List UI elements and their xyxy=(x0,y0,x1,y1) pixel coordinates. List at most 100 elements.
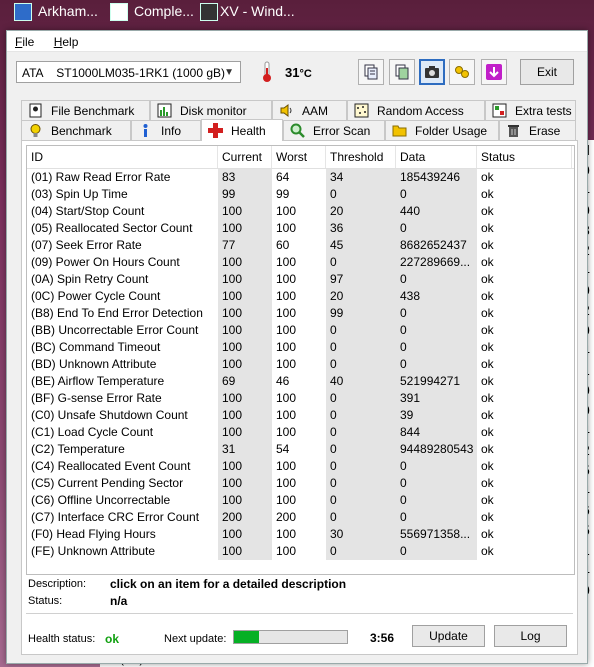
cell-current: 99 xyxy=(218,186,272,203)
table-row[interactable]: (BF) G-sense Error Rate 100 100 0 391 ok xyxy=(27,390,574,407)
table-row[interactable]: (05) Reallocated Sector Count 100 100 36 0 ok xyxy=(27,220,574,237)
table-row[interactable]: (BD) Unknown Attribute 100 100 0 0 ok xyxy=(27,356,574,373)
cell-current: 100 xyxy=(218,288,272,305)
taskbar-item-2[interactable]: Comple... xyxy=(134,0,194,22)
speaker-icon xyxy=(280,104,292,117)
info-icon xyxy=(143,124,148,137)
cell-id: (BF) G-sense Error Rate xyxy=(31,391,162,405)
column-header-current[interactable]: Current xyxy=(218,146,272,168)
cell-data: 0 xyxy=(396,492,477,509)
table-row[interactable]: (C6) Offline Uncorrectable 100 100 0 0 ok xyxy=(27,492,574,509)
menu-help[interactable]: Help xyxy=(46,31,87,49)
exit-button[interactable]: Exit xyxy=(520,59,574,85)
tab-erase[interactable]: Erase xyxy=(499,120,576,140)
copy-text-button[interactable] xyxy=(358,59,384,85)
tab-disk-monitor[interactable]: Disk monitor xyxy=(150,100,272,120)
tab-folder-usage[interactable]: Folder Usage xyxy=(385,120,499,140)
log-button[interactable]: Log xyxy=(494,625,567,647)
table-row[interactable]: (0A) Spin Retry Count 100 100 97 0 ok xyxy=(27,271,574,288)
menu-file[interactable]: File xyxy=(7,31,42,49)
update-button[interactable]: Update xyxy=(412,625,485,647)
cell-current: 77 xyxy=(218,237,272,254)
screenshot-button[interactable] xyxy=(419,59,445,85)
extra-tests-icon xyxy=(492,103,507,118)
table-row[interactable]: (C4) Reallocated Event Count 100 100 0 0 ok xyxy=(27,458,574,475)
toolbar: ATA ST1000LM035-1RK1 (1000 gB) ▼ 31°C Ex… xyxy=(7,55,587,93)
table-row[interactable]: (C5) Current Pending Sector 100 100 0 0 ok xyxy=(27,475,574,492)
table-row[interactable]: (04) Start/Stop Count 100 100 20 440 ok xyxy=(27,203,574,220)
temperature-unit: °C xyxy=(299,68,312,80)
thermometer-icon xyxy=(263,61,271,82)
cell-id: (FE) Unknown Attribute xyxy=(31,544,156,558)
cell-worst: 64 xyxy=(276,170,290,184)
cell-status: ok xyxy=(481,510,494,524)
column-header-worst[interactable]: Worst xyxy=(272,146,326,168)
description-text: click on an item for a detailed descript… xyxy=(110,577,347,591)
health-panel: ID Current Worst Threshold Data Status (… xyxy=(21,140,578,655)
table-body: (01) Raw Read Error Rate 83 64 34 185439246 o… xyxy=(27,169,574,560)
cell-data: 185439246 xyxy=(396,169,477,186)
cell-threshold: 0 xyxy=(326,509,396,526)
table-row[interactable]: (0C) Power Cycle Count 100 100 20 438 ok xyxy=(27,288,574,305)
table-row[interactable]: (BC) Command Timeout 100 100 0 0 ok xyxy=(27,339,574,356)
status-value: n/a xyxy=(110,594,128,608)
column-header-data[interactable]: Data xyxy=(396,146,477,168)
cell-data: 556971358... xyxy=(396,526,477,543)
cell-data: 227289669... xyxy=(396,254,477,271)
table-row[interactable]: (FE) Unknown Attribute 100 100 0 0 ok xyxy=(27,543,574,560)
cell-id: (01) Raw Read Error Rate xyxy=(31,170,171,184)
table-row[interactable]: (09) Power On Hours Count 100 100 0 22728966… xyxy=(27,254,574,271)
table-row[interactable]: (03) Spin Up Time 99 99 0 0 ok xyxy=(27,186,574,203)
cell-worst: 100 xyxy=(276,221,297,235)
table-row[interactable]: (BE) Airflow Temperature 69 46 40 521994271 o… xyxy=(27,373,574,390)
description-label: Description: xyxy=(28,578,87,590)
cell-current: 100 xyxy=(218,203,272,220)
table-row[interactable]: (BB) Uncorrectable Error Count 100 100 0 0 ok xyxy=(27,322,574,339)
copy-screenshot-button[interactable] xyxy=(389,59,415,85)
cell-threshold: 40 xyxy=(326,373,396,390)
tab-aam[interactable]: AAM xyxy=(272,100,347,120)
tab-error-scan[interactable]: Error Scan xyxy=(283,120,385,140)
cell-status: ok xyxy=(481,391,494,405)
table-row[interactable]: (C2) Temperature 31 54 0 94489280543 ok xyxy=(27,441,574,458)
tab-benchmark[interactable]: Benchmark xyxy=(21,120,131,140)
cell-id: (09) Power On Hours Count xyxy=(31,255,180,269)
table-row[interactable]: (C1) Load Cycle Count 100 100 0 844 ok xyxy=(27,424,574,441)
tab-label: File Benchmark xyxy=(51,103,135,118)
drive-select[interactable]: ATA ST1000LM035-1RK1 (1000 gB) ▼ xyxy=(16,61,241,83)
tab-info[interactable]: Info xyxy=(131,120,201,140)
tab-file-benchmark[interactable]: File Benchmark xyxy=(21,100,150,120)
save-button[interactable] xyxy=(481,59,507,85)
tab-extra-tests[interactable]: Extra tests xyxy=(485,100,576,120)
column-header-id[interactable]: ID xyxy=(27,146,218,168)
taskbar-app-icon[interactable] xyxy=(110,3,128,21)
cell-status: ok xyxy=(481,544,494,558)
taskbar-item-3[interactable]: XV - Wind... xyxy=(220,0,295,22)
health-status-label: Health status: xyxy=(28,633,96,645)
cell-data: 0 xyxy=(396,356,477,373)
tab-random-access[interactable]: Random Access xyxy=(347,100,485,120)
options-button[interactable] xyxy=(449,59,475,85)
cell-id: (07) Seek Error Rate xyxy=(31,238,142,252)
cell-status: ok xyxy=(481,425,494,439)
table-row[interactable]: (F0) Head Flying Hours 100 100 30 556971358.… xyxy=(27,526,574,543)
cell-threshold: 20 xyxy=(326,288,396,305)
table-row[interactable]: (01) Raw Read Error Rate 83 64 34 185439246 o… xyxy=(27,169,574,186)
column-header-status[interactable]: Status xyxy=(477,146,572,168)
column-header-threshold[interactable]: Threshold xyxy=(326,146,396,168)
taskbar-app-icon[interactable] xyxy=(14,3,32,21)
tab-label: Erase xyxy=(529,123,561,138)
temperature-readout: 31°C xyxy=(285,65,312,80)
table-row[interactable]: (C7) Interface CRC Error Count 200 200 0 0 ok xyxy=(27,509,574,526)
table-row[interactable]: (07) Seek Error Rate 77 60 45 8682652437 ok xyxy=(27,237,574,254)
taskbar-app-icon[interactable] xyxy=(200,3,218,21)
tab-label: Health xyxy=(231,123,266,138)
tab-health[interactable]: Health xyxy=(201,119,283,141)
file-benchmark-icon xyxy=(29,103,42,118)
table-row[interactable]: (B8) End To End Error Detection 100 100 99 0… xyxy=(27,305,574,322)
tab-label: Random Access xyxy=(377,103,464,118)
folder-icon xyxy=(392,125,407,137)
cell-current: 100 xyxy=(218,356,272,373)
table-row[interactable]: (C0) Unsafe Shutdown Count 100 100 0 39 ok xyxy=(27,407,574,424)
taskbar-item-1[interactable]: Arkham... xyxy=(38,0,98,22)
